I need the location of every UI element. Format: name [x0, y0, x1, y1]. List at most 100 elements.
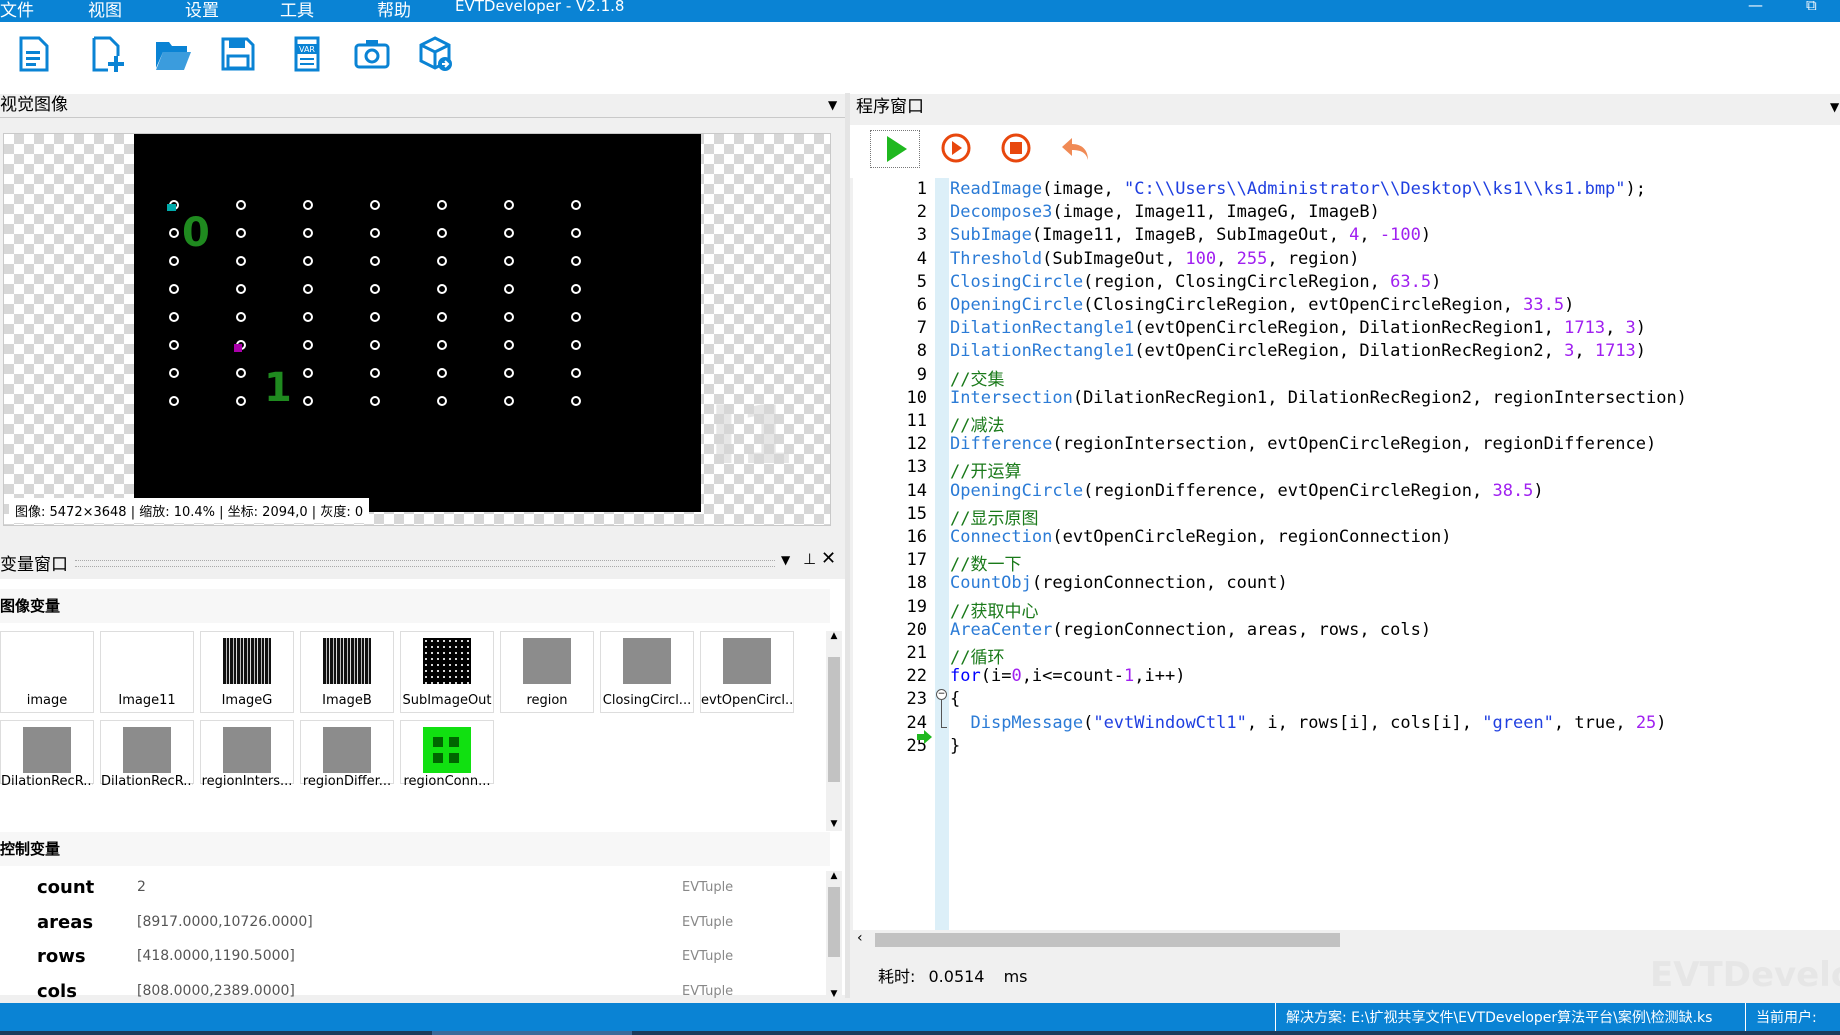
- close-icon[interactable]: ✕: [821, 548, 836, 569]
- detected-circle: [169, 284, 179, 294]
- fold-toggle-icon[interactable]: −: [936, 689, 947, 700]
- image-variable-thumb[interactable]: region: [500, 631, 594, 713]
- thumbnail-label: regionInters...: [201, 774, 293, 789]
- code-line[interactable]: //数一下: [950, 550, 1021, 575]
- scroll-thumb[interactable]: [828, 887, 840, 957]
- code-line[interactable]: }: [950, 736, 960, 756]
- image-variable-thumb[interactable]: DilationRecR...: [100, 720, 194, 789]
- new-file-icon[interactable]: [13, 34, 53, 74]
- image-variable-thumb[interactable]: regionDiffer...: [300, 720, 394, 789]
- detected-circle: [303, 256, 313, 266]
- code-line[interactable]: //显示原图: [950, 504, 1038, 529]
- code-line[interactable]: for(i=0,i<=count-1,i++): [950, 666, 1185, 686]
- menu-view[interactable]: 视图: [88, 0, 122, 21]
- code-line[interactable]: {: [950, 689, 960, 709]
- detected-circle: [370, 340, 380, 350]
- image-variable-thumb[interactable]: ClosingCircl...: [600, 631, 694, 713]
- code-line[interactable]: Difference(regionIntersection, evtOpenCi…: [950, 434, 1656, 454]
- code-line[interactable]: //交集: [950, 365, 1004, 390]
- undo-icon[interactable]: [1058, 130, 1094, 166]
- detected-circle: [437, 368, 447, 378]
- variable-type: EVTuple: [682, 880, 734, 895]
- code-line[interactable]: AreaCenter(regionConnection, areas, rows…: [950, 620, 1431, 640]
- minimize-button[interactable]: —: [1748, 0, 1763, 14]
- region-marker: [167, 204, 176, 211]
- variable-window-header: 变量窗口 ▼ ⊥ ✕: [0, 545, 845, 579]
- code-line[interactable]: OpeningCircle(ClosingCircleRegion, evtOp…: [950, 295, 1574, 315]
- horizontal-scrollbar[interactable]: ‹: [853, 930, 1840, 950]
- scroll-thumb[interactable]: [828, 657, 840, 782]
- code-editor[interactable]: 1 2 3 4 5 6 7 8 9 10 11 12 13 14 15 16 17 18 19 20 21 22 23 24 2…: [853, 178, 1840, 950]
- image-variable-thumb[interactable]: evtOpenCircl...: [700, 631, 794, 713]
- scroll-down-icon[interactable]: ▼: [826, 989, 842, 1001]
- code-line[interactable]: ReadImage(image, "C:\\Users\\Administrat…: [950, 179, 1646, 199]
- code-line[interactable]: //循环: [950, 643, 1004, 668]
- pane-splitter[interactable]: [845, 93, 850, 998]
- scroll-up-icon[interactable]: ▲: [826, 631, 842, 643]
- detected-circle: [571, 396, 581, 406]
- app-title: EVTDeveloper - V2.1.8: [455, 0, 625, 15]
- code-line[interactable]: Threshold(SubImageOut, 100, 255, region): [950, 249, 1359, 269]
- restore-button[interactable]: ⧉: [1806, 0, 1817, 14]
- menu-settings[interactable]: 设置: [185, 0, 219, 21]
- drag-grip[interactable]: [75, 560, 775, 567]
- scroll-up-icon[interactable]: ▲: [826, 871, 842, 883]
- camera-icon[interactable]: [352, 34, 392, 74]
- program-menu-icon[interactable]: ▼: [1830, 95, 1839, 119]
- code-line[interactable]: DilationRectangle1(evtOpenCircleRegion, …: [950, 318, 1646, 338]
- line-number-gutter: 1 2 3 4 5 6 7 8 9 10 11 12 13 14 15 16 17 18 19 20 21 22 23 24 2…: [853, 178, 935, 930]
- viewer-title: 视觉图像: [0, 95, 68, 115]
- image-variable-thumb[interactable]: image: [0, 631, 94, 713]
- code-line[interactable]: Intersection(DilationRecRegion1, Dilatio…: [950, 388, 1687, 408]
- program-window-header: 程序窗口 ▼: [850, 95, 1840, 119]
- scroll-thumb[interactable]: [875, 933, 1340, 947]
- stop-icon[interactable]: [998, 130, 1034, 166]
- open-folder-icon[interactable]: [153, 34, 193, 74]
- code-line[interactable]: DispMessage("evtWindowCtl1", i, rows[i],…: [950, 712, 1667, 733]
- add-file-icon[interactable]: [88, 34, 128, 74]
- code-line[interactable]: //开运算: [950, 457, 1021, 482]
- code-args: (evtOpenCircleRegion, regionConnection): [1052, 527, 1452, 547]
- detected-circle: [571, 256, 581, 266]
- step-icon[interactable]: [938, 130, 974, 166]
- dropdown-icon[interactable]: ▼: [781, 553, 790, 567]
- run-button[interactable]: [870, 130, 920, 168]
- image-variable-thumb[interactable]: Image11: [100, 631, 194, 713]
- viewer-menu-icon[interactable]: ▼: [828, 93, 837, 117]
- image-variable-thumb[interactable]: DilationRecR...: [0, 720, 94, 789]
- save-icon[interactable]: [218, 34, 258, 74]
- thumbnail-preview: [323, 638, 371, 684]
- menu-help[interactable]: 帮助: [377, 0, 411, 21]
- operator-name: AreaCenter: [950, 619, 1053, 640]
- line-number: 15: [906, 503, 927, 524]
- code-line[interactable]: DilationRectangle1(evtOpenCircleRegion, …: [950, 341, 1646, 361]
- image-variable-thumb[interactable]: ImageG: [200, 631, 294, 713]
- image-viewer[interactable]: 01 I1 图像: 5472×3648 | 缩放: 10.4% | 坐标: 20…: [3, 133, 831, 526]
- menu-file[interactable]: 文件: [0, 0, 34, 21]
- operator-name: OpeningCircle: [950, 480, 1084, 501]
- variable-value: [8917.0000,10726.0000]: [137, 913, 313, 930]
- image-variable-thumb[interactable]: SubImageOut: [400, 631, 494, 713]
- control-variables-header: 控制变量: [0, 832, 830, 866]
- image-variable-thumb[interactable]: regionInters...: [200, 720, 294, 789]
- pin-icon[interactable]: ⊥: [803, 550, 816, 568]
- code-line[interactable]: CountObj(regionConnection, count): [950, 573, 1288, 593]
- code-line[interactable]: OpeningCircle(regionDifference, evtOpenC…: [950, 481, 1544, 501]
- package-icon[interactable]: [415, 34, 455, 74]
- menu-tools[interactable]: 工具: [280, 0, 314, 21]
- control-list-scrollbar[interactable]: ▲ ▼: [826, 871, 842, 1001]
- code-line[interactable]: //获取中心: [950, 597, 1038, 622]
- image-variable-thumb[interactable]: regionConn...: [400, 720, 494, 789]
- code-line[interactable]: Connection(evtOpenCircleRegion, regionCo…: [950, 527, 1452, 547]
- code-line[interactable]: ClosingCircle(region, ClosingCircleRegio…: [950, 272, 1441, 292]
- scroll-left-icon[interactable]: ‹: [857, 930, 863, 946]
- code-line[interactable]: Decompose3(image, Image11, ImageG, Image…: [950, 202, 1380, 222]
- scroll-down-icon[interactable]: ▼: [826, 819, 842, 831]
- code-line[interactable]: SubImage(Image11, ImageB, SubImageOut, 4…: [950, 225, 1431, 245]
- code-token: ): [1656, 712, 1667, 733]
- code-line[interactable]: //减法: [950, 411, 1004, 436]
- image-list-scrollbar[interactable]: ▲ ▼: [826, 631, 842, 831]
- image-variable-thumb[interactable]: ImageB: [300, 631, 394, 713]
- detected-circle: [169, 256, 179, 266]
- var-icon[interactable]: VAR: [287, 34, 327, 74]
